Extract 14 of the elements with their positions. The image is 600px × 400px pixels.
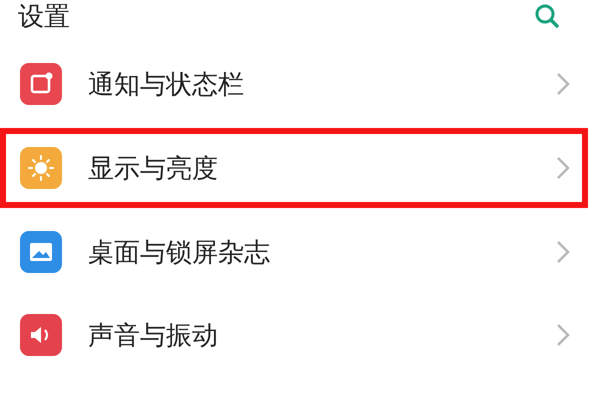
- chevron-icon: [556, 156, 570, 180]
- settings-item[interactable]: 显示与亮度: [0, 128, 588, 208]
- item-label: 桌面与锁屏杂志: [88, 236, 271, 270]
- page-title: 设置: [18, 0, 70, 34]
- chevron-icon: [556, 323, 570, 347]
- search-icon[interactable]: [534, 3, 560, 29]
- item-label: 显示与亮度: [88, 152, 219, 186]
- settings-item[interactable]: 声音与振动: [0, 296, 600, 374]
- chevron-icon: [556, 240, 570, 264]
- settings-item[interactable]: 桌面与锁屏杂志: [0, 213, 600, 291]
- item-label: 通知与状态栏: [88, 68, 245, 102]
- chevron-icon: [556, 72, 570, 96]
- item-label: 声音与振动: [88, 320, 219, 352]
- settings-item[interactable]: 通知与状态栏: [0, 45, 600, 123]
